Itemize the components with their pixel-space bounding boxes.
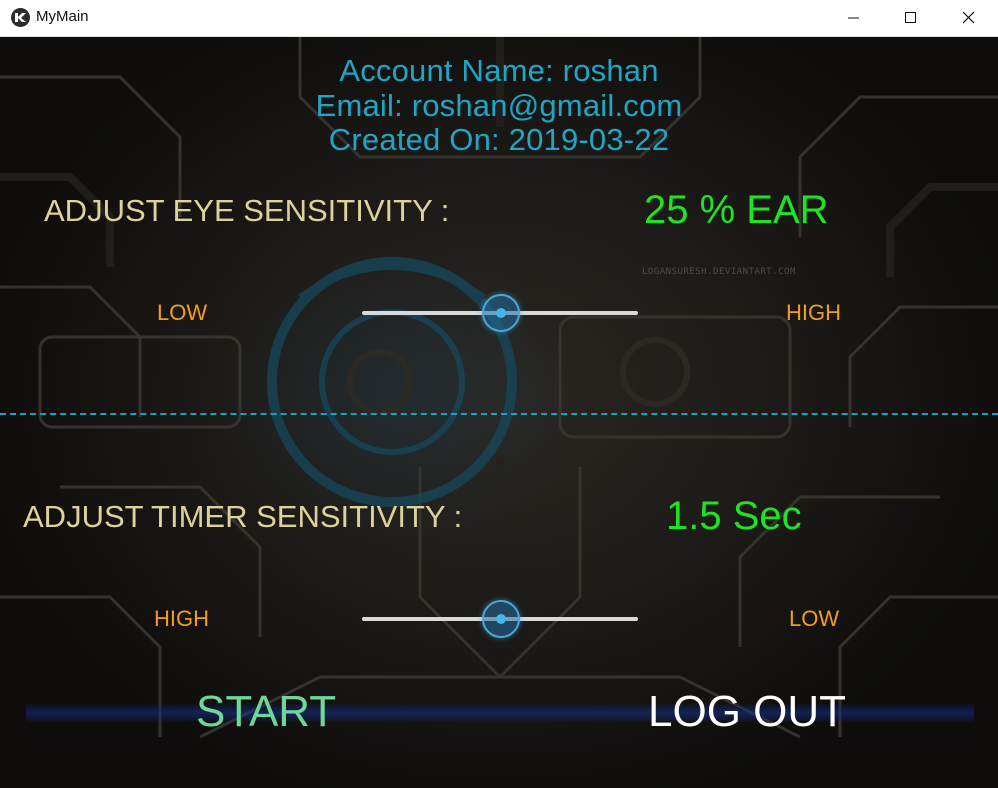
slider-handle[interactable] (482, 294, 520, 332)
minimize-icon (848, 17, 859, 19)
timer-slider-min-label: HIGH (154, 606, 209, 631)
account-name-text: Account Name: roshan (339, 53, 659, 88)
timer-slider-max-label: LOW (789, 606, 840, 631)
eye-sensitivity-value: 25 % EAR (644, 188, 829, 232)
account-created-text: Created On: 2019-03-22 (328, 122, 670, 157)
window-title: MyMain (36, 8, 89, 25)
main-panel: LOGANSURESH.DEVIANTART.COM Account Name:… (0, 37, 998, 788)
account-email-text: Email: roshan@gmail.com (315, 88, 683, 123)
close-icon (963, 12, 975, 24)
eye-sensitivity-slider[interactable] (362, 293, 638, 333)
close-button[interactable] (940, 0, 998, 36)
timer-sensitivity-slider[interactable] (362, 599, 638, 639)
eye-slider-min-label: LOW (157, 300, 208, 325)
eye-slider-max-label: HIGH (786, 300, 841, 325)
logout-button[interactable]: LOG OUT (648, 687, 846, 737)
slider-handle[interactable] (482, 600, 520, 638)
eye-sensitivity-heading: ADJUST EYE SENSITIVITY : (44, 193, 450, 228)
window-titlebar[interactable]: MyMain (0, 0, 998, 37)
minimize-button[interactable] (825, 0, 883, 36)
timer-sensitivity-heading: ADJUST TIMER SENSITIVITY : (23, 499, 463, 534)
background-watermark: LOGANSURESH.DEVIANTART.COM (642, 267, 796, 277)
timer-sensitivity-value: 1.5 Sec (666, 494, 802, 538)
maximize-icon (905, 12, 916, 23)
section-divider (0, 413, 998, 415)
start-button[interactable]: START (196, 687, 336, 737)
app-logo-icon (11, 8, 30, 27)
maximize-button[interactable] (882, 0, 940, 36)
